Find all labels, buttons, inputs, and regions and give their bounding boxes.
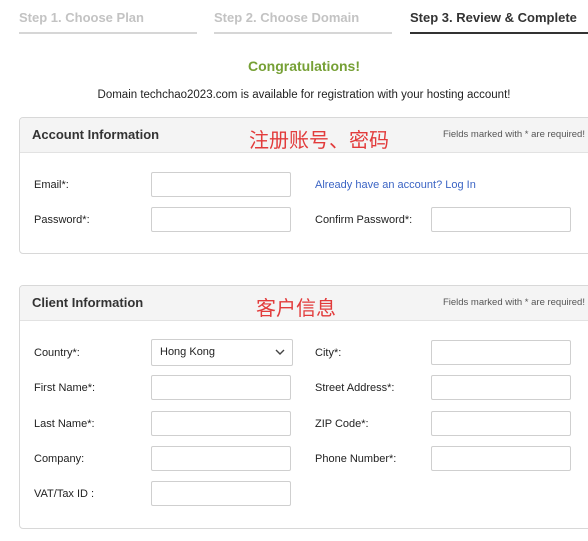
city-label: City*: xyxy=(315,347,342,359)
login-link[interactable]: Already have an account? Log In xyxy=(315,179,476,191)
step-underline xyxy=(19,32,197,34)
step-choose-plan[interactable]: Step 1. Choose Plan xyxy=(19,10,197,34)
domain-available-message: Domain techchao2023.com is available for… xyxy=(97,89,511,101)
email-label: Email*: xyxy=(34,179,69,191)
client-information-panel: Client Information Fields marked with * … xyxy=(19,285,588,529)
last-name-label: Last Name*: xyxy=(34,418,95,430)
required-note: Fields marked with * are required! xyxy=(442,297,585,308)
city-input[interactable] xyxy=(431,340,571,365)
step-choose-domain[interactable]: Step 2. Choose Domain xyxy=(214,10,392,34)
zip-code-label: ZIP Code*: xyxy=(315,418,369,430)
confirm-password-input[interactable] xyxy=(431,207,571,232)
vat-tax-id-input[interactable] xyxy=(151,481,291,506)
step-label: Step 3. Review & Complete xyxy=(410,10,577,25)
account-information-panel: Account Information Fields marked with *… xyxy=(19,117,588,254)
congrats-heading: Congratulations! xyxy=(248,58,360,74)
annotation-register-account: 注册账号、密码 xyxy=(249,128,389,152)
panel-title: Client Information xyxy=(32,295,144,310)
first-name-label: First Name*: xyxy=(34,382,96,394)
phone-number-label: Phone Number*: xyxy=(315,453,397,465)
company-input[interactable] xyxy=(151,446,291,471)
confirm-password-label: Confirm Password*: xyxy=(315,214,413,226)
company-label: Company: xyxy=(34,453,85,465)
street-address-input[interactable] xyxy=(431,375,571,400)
chevron-down-icon xyxy=(275,349,285,355)
password-input[interactable] xyxy=(151,207,291,232)
step-label: Step 2. Choose Domain xyxy=(214,10,360,25)
vat-tax-id-label: VAT/Tax ID : xyxy=(34,488,95,500)
step-underline-active xyxy=(410,32,588,34)
street-address-label: Street Address*: xyxy=(315,382,395,394)
last-name-input[interactable] xyxy=(151,411,291,436)
annotation-client-info: 客户信息 xyxy=(256,296,336,320)
first-name-input[interactable] xyxy=(151,375,291,400)
phone-number-input[interactable] xyxy=(431,446,571,471)
panel-title: Account Information xyxy=(32,127,160,142)
required-note: Fields marked with * are required! xyxy=(442,129,585,140)
step-label: Step 1. Choose Plan xyxy=(19,10,144,25)
country-label: Country*: xyxy=(34,347,80,359)
email-input[interactable] xyxy=(151,172,291,197)
password-label: Password*: xyxy=(34,214,90,226)
step-underline xyxy=(214,32,392,34)
zip-code-input[interactable] xyxy=(431,411,571,436)
checkout-steps: Step 1. Choose Plan Step 2. Choose Domai… xyxy=(0,0,588,40)
step-review-complete[interactable]: Step 3. Review & Complete xyxy=(410,10,588,34)
country-select[interactable]: Hong Kong xyxy=(151,339,293,366)
country-select-value: Hong Kong xyxy=(160,346,216,358)
